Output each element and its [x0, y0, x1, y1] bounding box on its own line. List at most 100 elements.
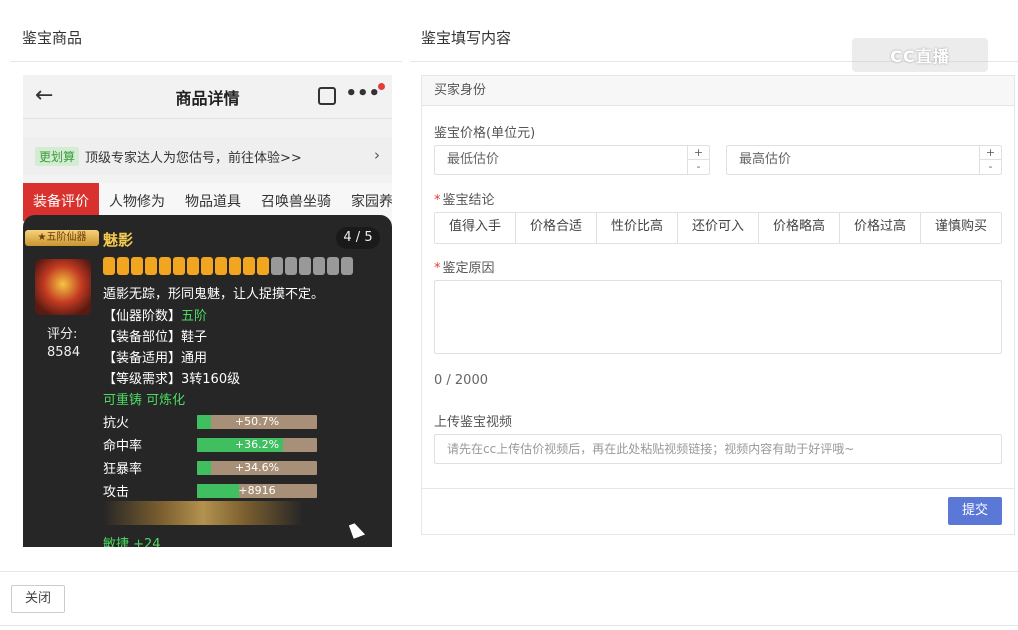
stat-value: +36.2%: [234, 437, 280, 451]
refine-star-icon: [145, 257, 157, 275]
refine-star-icon: [173, 257, 185, 275]
attribute-key: 【等级需求】: [103, 372, 182, 387]
item-attribute: 【装备适用】通用: [103, 347, 207, 366]
dialog-root: 鉴宝商品 鉴宝填写内容 CC直播 ← 商品详情 ••• 更划算 顶级专家达人为您…: [0, 0, 1018, 630]
item-attribute: 【仙器阶数】五阶: [103, 305, 207, 324]
stat-bar: +36.2%: [197, 437, 317, 452]
score-value: 8584: [47, 345, 81, 360]
close-button[interactable]: 关闭: [11, 585, 65, 613]
stat-name: 抗火: [103, 416, 130, 431]
refine-star-icon: [313, 257, 325, 275]
min-price-stepper[interactable]: + -: [687, 146, 709, 174]
item-attribute: 【装备部位】鞋子: [103, 326, 207, 345]
appraisal-form: 买家身份 鉴宝价格(单位元) 最低估价 + - 最高估价 + - * 鉴宝结论 值…: [421, 75, 1015, 535]
bottom-stat: 敏捷 +24: [103, 537, 161, 547]
page-indicator: 4 / 5: [336, 227, 380, 249]
conclusion-option[interactable]: 性价比高: [597, 213, 678, 243]
refine-star-icon: [257, 257, 269, 275]
promo-banner: 更划算 顶级专家达人为您估号，前往体验>> ›: [23, 137, 392, 175]
increment-button[interactable]: +: [980, 146, 1001, 160]
max-price-input[interactable]: 最高估价 + -: [726, 145, 1002, 175]
max-price-stepper[interactable]: + -: [979, 146, 1001, 174]
promo-badge: 更划算: [35, 146, 80, 166]
conclusion-option[interactable]: 价格略高: [759, 213, 840, 243]
conclusion-label: * 鉴宝结论: [434, 189, 495, 208]
reason-label-text: 鉴定原因: [442, 261, 495, 276]
item-card: ★五阶仙器 魅影 4 / 5 评分: 8584 遁影无踪，形同鬼魅，让人捉摸不定…: [23, 215, 392, 547]
notification-dot-icon: [378, 83, 385, 90]
submit-button[interactable]: 提交: [948, 497, 1002, 525]
refine-star-icon: [117, 257, 129, 275]
promo-text: 顶级专家达人为您估号，前往体验>>: [85, 150, 302, 166]
stat-value: +34.6%: [234, 460, 280, 474]
stat-bar: +50.7%: [197, 414, 317, 429]
required-mark: *: [434, 193, 441, 208]
refine-star-icon: [201, 257, 213, 275]
item-name: 魅影: [103, 231, 134, 249]
right-section-title: 鉴宝填写内容: [421, 29, 512, 47]
attribute-key: 【仙器阶数】: [103, 309, 182, 324]
attribute-key: 【装备部位】: [103, 330, 182, 345]
stat-bar: +8916: [197, 483, 317, 498]
stat-row: 狂暴率 +34.6%: [103, 458, 317, 477]
decrement-button[interactable]: -: [980, 160, 1001, 174]
refine-star-icon: [327, 257, 339, 275]
refine-star-icon: [103, 257, 115, 275]
reforge-text: 可重铸 可炼化: [103, 393, 186, 408]
chevron-right-icon: ›: [374, 146, 380, 164]
char-counter: 0 / 2000: [434, 373, 488, 388]
mouse-cursor-icon: [348, 521, 366, 539]
increment-button[interactable]: +: [688, 146, 709, 160]
attribute-key: 【装备适用】: [103, 351, 182, 366]
min-price-placeholder: 最低估价: [447, 152, 500, 167]
divider: [0, 571, 1018, 572]
refine-star-icon: [229, 257, 241, 275]
tier-tag: ★五阶仙器: [25, 230, 99, 246]
equipment-icon: [35, 259, 91, 315]
refine-star-icon: [271, 257, 283, 275]
refine-star-icon: [159, 257, 171, 275]
stat-row: 抗火 +50.7%: [103, 412, 317, 431]
refine-star-icon: [285, 257, 297, 275]
stat-row: 攻击 +8916: [103, 481, 317, 500]
watermark-logo: CC直播: [852, 38, 988, 72]
conclusion-option[interactable]: 还价可入: [678, 213, 759, 243]
refine-level-bar: [103, 257, 353, 275]
stat-value: +8916: [238, 483, 276, 497]
divider: [422, 488, 1014, 489]
product-screenshot: ← 商品详情 ••• 更划算 顶级专家达人为您估号，前往体验>> › 装备评价人…: [23, 75, 392, 547]
phone-title: 商品详情: [175, 88, 240, 108]
decrement-button[interactable]: -: [688, 160, 709, 174]
stat-name: 狂暴率: [103, 462, 143, 477]
buyer-identity-header: 买家身份: [422, 76, 1014, 106]
stat-row: 命中率 +36.2%: [103, 435, 317, 454]
video-label: 上传鉴宝视频: [434, 415, 513, 430]
share-icon: [318, 87, 336, 105]
score-label: 评分:: [47, 327, 78, 342]
stat-name: 命中率: [103, 439, 143, 454]
refine-star-icon: [187, 257, 199, 275]
conclusion-option[interactable]: 值得入手: [435, 213, 516, 243]
attribute-value: 3转160级: [181, 372, 241, 387]
item-description: 遁影无踪，形同鬼魅，让人捉摸不定。: [103, 287, 325, 302]
stat-bar: +34.6%: [197, 460, 317, 475]
divider: [0, 625, 1018, 626]
conclusion-option[interactable]: 价格合适: [516, 213, 597, 243]
reason-textarea[interactable]: [434, 280, 1002, 354]
stat-value: +50.7%: [234, 414, 280, 428]
phone-header: ← 商品详情 •••: [23, 75, 392, 119]
refine-star-icon: [299, 257, 311, 275]
attribute-value: 通用: [181, 351, 208, 366]
conclusion-option[interactable]: 价格过高: [840, 213, 921, 243]
video-link-input[interactable]: 请先在cc上传估价视频后，再在此处粘贴视频链接；视频内容有助于好评哦~: [434, 434, 1002, 464]
conclusion-option[interactable]: 谨慎购买: [921, 213, 1001, 243]
conclusion-options: 值得入手 价格合适 性价比高 还价可入 价格略高 价格过高 谨慎购买: [434, 212, 1002, 244]
price-label: 鉴宝价格(单位元): [434, 126, 536, 141]
left-section-title: 鉴宝商品: [22, 29, 83, 47]
ornament-divider: [103, 501, 303, 525]
attribute-value: 五阶: [181, 309, 208, 324]
refine-star-icon: [131, 257, 143, 275]
divider: [10, 61, 402, 62]
min-price-input[interactable]: 最低估价 + -: [434, 145, 710, 175]
reason-label: * 鉴定原因: [434, 257, 495, 276]
